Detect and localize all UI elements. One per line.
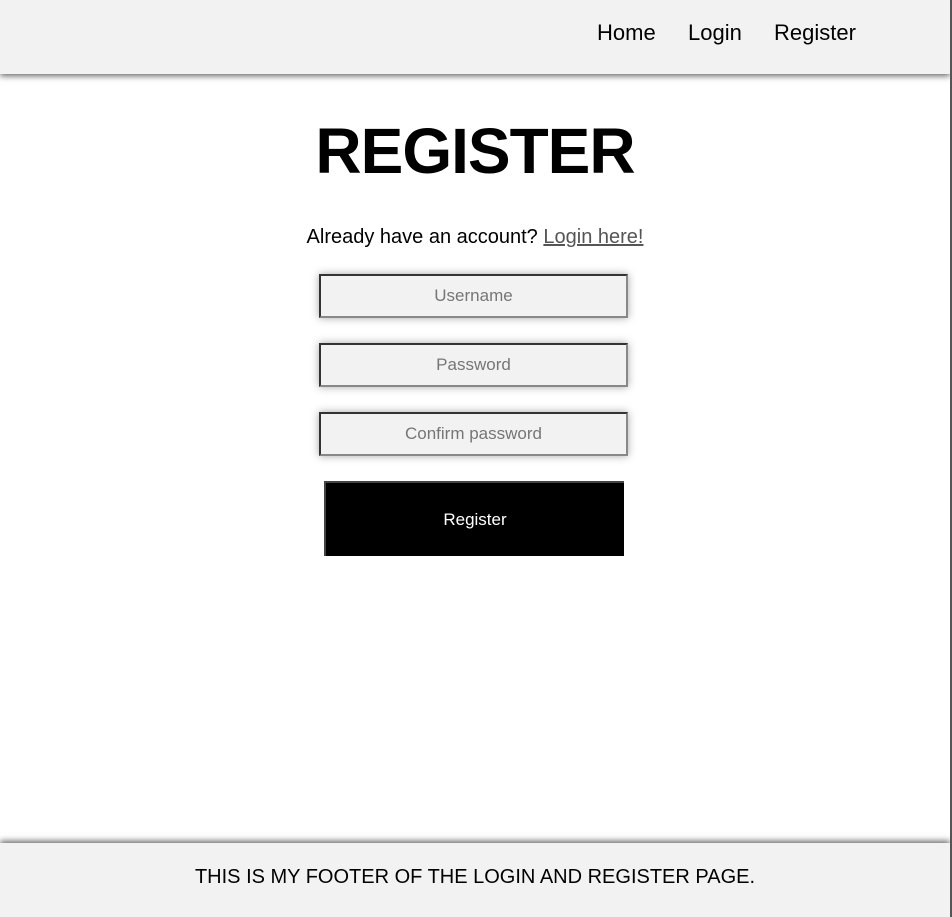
confirm-password-input[interactable] <box>319 412 628 456</box>
nav-home-link[interactable]: Home <box>597 20 656 46</box>
page-title: REGISTER <box>315 115 635 187</box>
nav-login-link[interactable]: Login <box>688 20 742 46</box>
login-here-link[interactable]: Login here! <box>543 226 643 248</box>
nav-register-link[interactable]: Register <box>774 20 856 46</box>
password-input[interactable] <box>319 343 628 387</box>
register-button[interactable]: Register <box>324 481 624 556</box>
navbar: Home Login Register <box>0 0 950 74</box>
account-prompt: Already have an account? Login here! <box>0 225 950 249</box>
footer-text: THIS IS MY FOOTER OF THE LOGIN AND REGIS… <box>194 866 756 888</box>
footer: THIS IS MY FOOTER OF THE LOGIN AND REGIS… <box>0 843 950 917</box>
page: Home Login Register REGISTER Already hav… <box>0 0 952 917</box>
account-prompt-text: Already have an account? <box>306 226 538 248</box>
username-input[interactable] <box>319 274 628 318</box>
